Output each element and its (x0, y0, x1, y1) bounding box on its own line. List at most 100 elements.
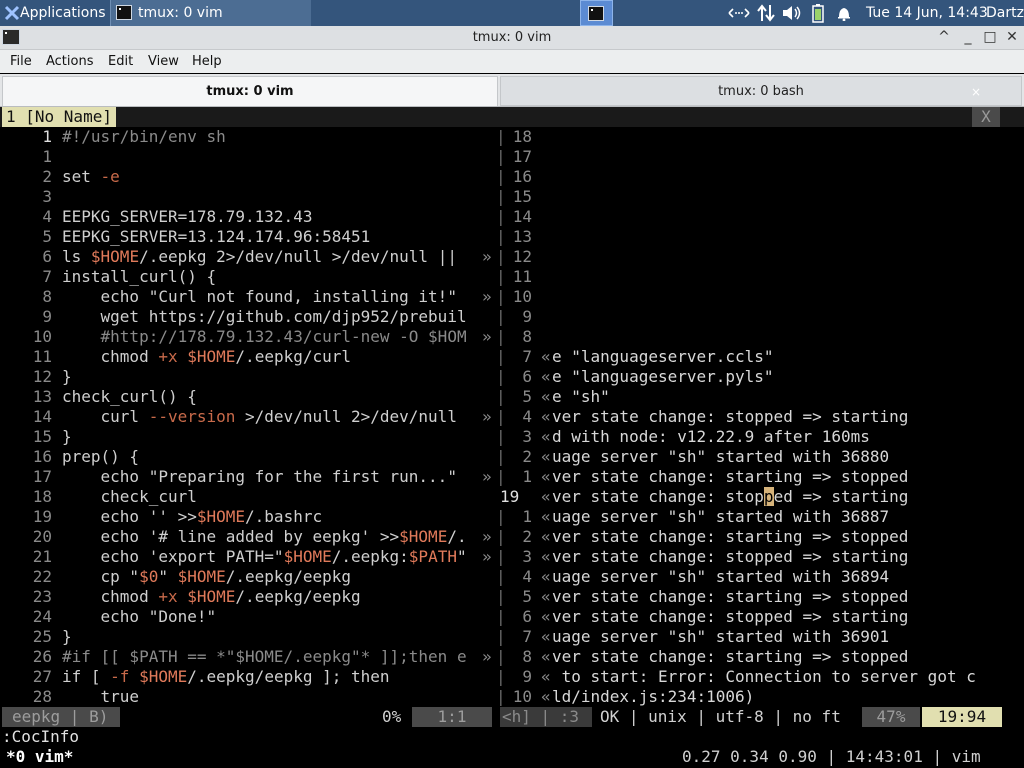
code-line: 20 echo '# line added by eepkg' >>$HOME/… (0, 527, 496, 547)
code-line: 10 #http://178.79.132.43/curl-new -O $HO… (0, 327, 496, 347)
statusline-position: 1:1 (412, 707, 492, 727)
top-panel: Applications tmux: 0 vim Tue 14 Jun, 14:… (0, 0, 1024, 26)
statusline-percent: 0% (382, 707, 402, 726)
line-number: 11 (32, 347, 52, 366)
left-truncation-marker: « (541, 687, 551, 706)
network-updown-icon[interactable] (756, 4, 776, 22)
code-text: } (62, 427, 72, 446)
code-line: 27 if [ -f $HOME/.eepkg/eepkg ]; then (0, 667, 496, 687)
code-text: if [ -f $HOME/.eepkg/eepkg ]; then (62, 667, 390, 686)
truncation-marker: » (482, 547, 492, 566)
relative-line-number: 10 (512, 287, 532, 306)
info-text: e "languageserver.ccls" (552, 347, 774, 366)
code-text: EEPKG_SERVER=13.124.174.96:58451 (62, 227, 371, 246)
left-truncation-marker: « (541, 447, 551, 466)
terminal-area[interactable]: 1 [No Name] X 1 #!/usr/bin/env sh 1 2 set -e… (0, 107, 1024, 768)
menu-help[interactable]: Help (192, 50, 222, 73)
applications-menu-button[interactable]: Applications (0, 0, 108, 26)
relative-line-number: 3 (522, 547, 532, 566)
relative-line-number: 1 (522, 467, 532, 486)
code-line: 9 wget https://github.com/djp952/prebuil (0, 307, 496, 327)
code-line: 15} (0, 427, 496, 447)
info-line: 11 (496, 267, 1006, 287)
info-line: 3 «ver state change: stopped => starting (496, 547, 1006, 567)
notification-bell-icon[interactable] (836, 5, 852, 21)
info-text: uage server "sh" started with 36894 (552, 567, 890, 586)
left-truncation-marker: « (541, 387, 551, 406)
tmux-window-label[interactable]: *0 vim* (6, 747, 73, 767)
window-minimize-button[interactable]: _ (958, 26, 978, 49)
menu-file[interactable]: File (10, 50, 32, 73)
left-truncation-marker: « (541, 547, 551, 566)
vim-right-pane[interactable]: 18 17 16 15 14 13 12 11 10 9 8 7 «e "languageserver.… (496, 127, 1006, 707)
window-close-button[interactable]: ✕ (1002, 26, 1022, 49)
info-text: ver state change: starting => stopped (552, 527, 909, 546)
statusline-filename: eepkg | B) (2, 707, 120, 727)
info-line: 5 «e "sh" (496, 387, 1006, 407)
vim-statusline: eepkg | B) 0% 1:1 <h] | :3 OK | unix | u… (0, 707, 1024, 727)
info-line: 3 «d with node: v12.22.9 after 160ms (496, 427, 1006, 447)
vim-tab-close[interactable]: X (972, 107, 1000, 127)
info-line: 16 (496, 167, 1006, 187)
left-truncation-marker: « (541, 467, 551, 486)
tab-tmux-bash[interactable]: tmux: 0 bash × (500, 76, 1022, 106)
battery-icon[interactable] (812, 4, 824, 23)
menu-view[interactable]: View (148, 50, 179, 73)
info-line: 6 «e "languageserver.pyls" (496, 367, 1006, 387)
relative-line-number: 14 (512, 207, 532, 226)
line-number: 21 (32, 547, 52, 566)
network-transfer-icon[interactable] (728, 6, 750, 20)
info-text: e "languageserver.pyls" (552, 367, 774, 386)
line-number: 28 (32, 687, 52, 706)
code-line: 24 echo "Done!" (0, 607, 496, 627)
window-title: tmux: 0 vim (472, 30, 552, 45)
line-number: 16 (32, 447, 52, 466)
vim-left-pane[interactable]: 1 #!/usr/bin/env sh 1 2 set -e 3 4 EEPKG_SERVER… (0, 127, 496, 707)
window-shade-button[interactable]: ^ (934, 26, 954, 49)
workspace-switcher-button[interactable] (580, 0, 613, 26)
statusline-right-position: 19:94 (922, 707, 1002, 727)
code-text: echo '' >>$HOME/.bashrc (62, 507, 323, 526)
truncation-marker: » (482, 327, 492, 346)
truncation-marker: » (482, 647, 492, 666)
info-line: 4 «ver state change: stopped => starting (496, 407, 1006, 427)
window-maximize-button[interactable]: □ (980, 26, 1000, 49)
info-line: 10 (496, 287, 1006, 307)
line-number: 1 (42, 127, 52, 146)
menu-edit[interactable]: Edit (108, 50, 133, 73)
info-text: ver state change: starting => stopped (552, 587, 909, 606)
relative-line-number: 19 (500, 487, 520, 506)
relative-line-number: 13 (512, 227, 532, 246)
volume-icon[interactable] (782, 5, 802, 21)
info-line: 18 (496, 127, 1006, 147)
menu-actions[interactable]: Actions (46, 50, 94, 73)
relative-line-number: 9 (522, 307, 532, 326)
relative-line-number: 1 (522, 507, 532, 526)
clock[interactable]: Tue 14 Jun, 14:43 (866, 0, 988, 26)
window-titlebar[interactable]: tmux: 0 vim ^ _ □ ✕ (0, 26, 1024, 50)
info-text: ld/index.js:234:1006) (552, 687, 755, 706)
code-line: 13 check_curl() { (0, 387, 496, 407)
taskbar-item-tmux[interactable]: tmux: 0 vim (110, 0, 311, 26)
vim-tabline: 1 [No Name] X (0, 107, 1024, 127)
vim-buffer-tab[interactable]: 1 [No Name] (2, 107, 116, 127)
info-line: 17 (496, 147, 1006, 167)
tab-close-icon[interactable]: × (971, 77, 981, 107)
user-menu[interactable]: Dartz (986, 0, 1024, 26)
info-text: ver state change: stopped => starting (552, 407, 909, 426)
code-text: ls $HOME/.eepkg 2>/dev/null >/dev/null |… (62, 247, 457, 266)
code-text: true (62, 687, 140, 706)
code-line: 26 #if [[ $PATH == *"$HOME/.eepkg"* ]];th… (0, 647, 496, 667)
left-truncation-marker: « (541, 647, 551, 666)
vim-command-line[interactable]: :CocInfo (2, 727, 79, 747)
code-text: #http://178.79.132.43/curl-new -O $HOM (62, 327, 467, 346)
code-line: 22 cp "$0" $HOME/.eepkg/eepkg (0, 567, 496, 587)
relative-line-number: 7 (522, 627, 532, 646)
code-line: 21 echo 'export PATH="$HOME/.eepkg:$PATH… (0, 547, 496, 567)
code-text: echo "Curl not found, installing it!" (62, 287, 457, 306)
code-text: check_curl() { (62, 387, 197, 406)
code-text: prep() { (62, 447, 140, 466)
line-number: 12 (32, 367, 52, 386)
tab-tmux-vim[interactable]: tmux: 0 vim (2, 76, 498, 106)
terminal-tabbar: tmux: 0 vim tmux: 0 bash × (0, 74, 1024, 107)
